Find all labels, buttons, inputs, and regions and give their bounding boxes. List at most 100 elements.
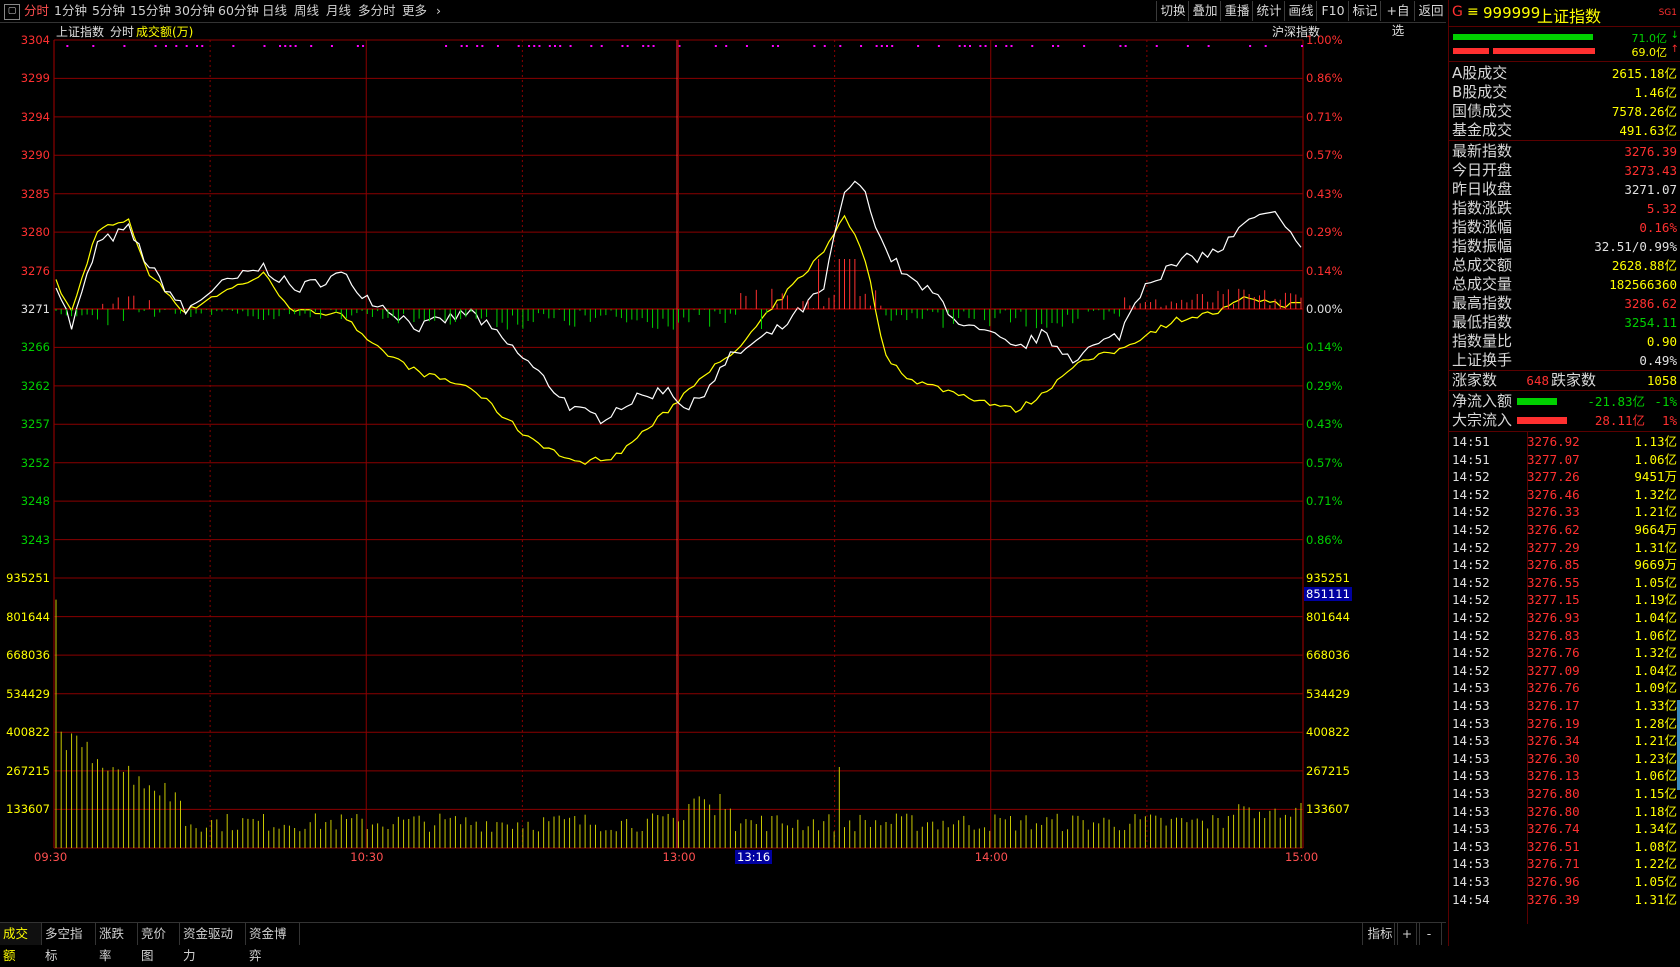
- tick-time: 14:53: [1452, 838, 1490, 854]
- stat-row: 指数涨幅 0.16%: [1449, 218, 1680, 237]
- time-tick-label: 14:00: [974, 850, 1008, 864]
- period-tab-3[interactable]: 15分钟: [130, 2, 171, 20]
- stat-value: 3273.43: [1624, 163, 1677, 178]
- event-marker: [777, 45, 780, 47]
- tick-row: 14:52 3276.62 9664万: [1449, 521, 1680, 539]
- pct-tick-label: 0.14%: [1306, 340, 1343, 355]
- event-marker: [356, 45, 359, 47]
- indicator-control-2[interactable]: -: [1416, 923, 1442, 945]
- stat-value: 0.49%: [1639, 353, 1677, 368]
- event-marker: [164, 45, 167, 47]
- tick-row: 14:53 3276.30 1.23亿: [1449, 750, 1680, 768]
- menu-icon[interactable]: ≡: [1467, 4, 1479, 20]
- indicator-tab-3[interactable]: 竞价图: [138, 923, 180, 963]
- period-tab-6[interactable]: 日线: [262, 2, 287, 20]
- tick-row: 14:53 3276.71 1.22亿: [1449, 855, 1680, 873]
- toolbar-button-6[interactable]: 标记: [1348, 1, 1381, 21]
- event-marker: [548, 45, 551, 47]
- event-marker: [937, 45, 940, 47]
- stat-value: 5.32: [1646, 201, 1677, 216]
- time-tick-label: 15:00: [1285, 850, 1319, 864]
- period-tab-0[interactable]: 分时: [24, 2, 49, 20]
- toolbar-button-0[interactable]: 切换: [1156, 1, 1189, 21]
- tick-row: 14:53 3276.51 1.08亿: [1449, 838, 1680, 856]
- tick-price: 3276.80: [1527, 803, 1580, 819]
- volume-tick-label: 935251: [6, 571, 50, 585]
- event-marker: [994, 45, 997, 47]
- tick-time: 14:52: [1452, 504, 1490, 520]
- tick-amount: 1.06亿: [1634, 451, 1677, 467]
- event-marker: [496, 45, 499, 47]
- event-marker: [538, 45, 541, 47]
- stat-label: 最新指数: [1452, 142, 1513, 160]
- market-breadth: 涨家数 648 跌家数 1058: [1452, 371, 1677, 389]
- tick-price: 3276.46: [1527, 486, 1580, 502]
- period-tab-7[interactable]: 周线: [294, 2, 319, 20]
- toolbar-button-2[interactable]: 重播: [1220, 1, 1253, 21]
- period-tab-10[interactable]: 更多: [402, 2, 427, 20]
- event-marker: [969, 45, 971, 47]
- stat-row: 总成交额 2628.88亿: [1449, 256, 1680, 275]
- period-tab-8[interactable]: 月线: [326, 2, 351, 20]
- chevron-right-icon[interactable]: ›: [436, 2, 441, 20]
- toolbar-button-5[interactable]: F10: [1316, 1, 1349, 21]
- volume-tick-label-right: 801644: [1306, 609, 1350, 624]
- period-tab-4[interactable]: 30分钟: [174, 2, 215, 20]
- toolbar-button-3[interactable]: 统计: [1252, 1, 1285, 21]
- period-tab-2[interactable]: 5分钟: [92, 2, 125, 20]
- tick-row: 14:51 3276.92 1.13亿: [1449, 433, 1680, 451]
- event-marker: [823, 45, 826, 47]
- tick-price: 3276.83: [1527, 627, 1580, 643]
- tick-time: 14:52: [1452, 469, 1490, 485]
- event-marker: [886, 45, 888, 47]
- tick-amount: 1.28亿: [1634, 715, 1677, 731]
- event-marker: [185, 45, 188, 47]
- event-marker: [533, 45, 536, 47]
- period-tab-1[interactable]: 1分钟: [54, 2, 87, 20]
- event-marker: [875, 45, 878, 47]
- event-marker: [1124, 45, 1127, 47]
- pct-tick-label: 0.71%: [1306, 494, 1343, 509]
- window-icon[interactable]: ▢: [4, 4, 20, 20]
- indicator-tab-2[interactable]: 涨跌率: [96, 923, 138, 963]
- turnover-value: 491.63亿: [1619, 123, 1677, 138]
- pct-tick-label: 0.29%: [1306, 225, 1343, 240]
- stat-value: 0.90: [1646, 334, 1677, 349]
- tick-time: 14:51: [1452, 434, 1490, 449]
- tick-row: 14:52 3277.29 1.31亿: [1449, 539, 1680, 557]
- tick-price: 3276.96: [1527, 874, 1580, 889]
- volume-tick-label: 801644: [6, 609, 50, 624]
- toolbar-button-1[interactable]: 叠加: [1188, 1, 1221, 21]
- indicator-control-0[interactable]: 指标: [1362, 923, 1398, 945]
- stat-label: 最低指数: [1452, 313, 1513, 331]
- tick-time: 14:52: [1452, 486, 1490, 502]
- turnover-label: 基金成交: [1452, 121, 1513, 139]
- event-marker: [196, 45, 199, 47]
- stat-value: 3254.11: [1624, 315, 1677, 330]
- indicator-tab-5[interactable]: 资金博弈: [246, 923, 300, 963]
- indicator-tab-0[interactable]: 成交额: [0, 923, 42, 963]
- event-marker: [642, 45, 645, 47]
- tick-price: 3276.74: [1527, 821, 1580, 837]
- indicator-tab-1[interactable]: 多空指标: [42, 923, 96, 963]
- period-tab-5[interactable]: 60分钟: [218, 2, 259, 20]
- event-marker: [92, 45, 95, 47]
- sg-tag: SG1: [1658, 8, 1677, 18]
- period-tab-9[interactable]: 多分时: [358, 2, 396, 20]
- volume-tick-label-right: 133607: [1306, 802, 1350, 817]
- event-marker: [310, 45, 313, 47]
- toolbar-button-8[interactable]: 返回: [1414, 1, 1447, 21]
- tick-amount: 1.05亿: [1634, 574, 1677, 590]
- stat-value: 2628.88亿: [1611, 258, 1677, 273]
- event-marker: [958, 45, 961, 47]
- turnover-row: B股成交 1.46亿: [1449, 83, 1680, 102]
- tick-row: 14:52 3276.33 1.21亿: [1449, 503, 1680, 521]
- toolbar-button-7[interactable]: +自选: [1380, 1, 1415, 38]
- volume-tick-label: 400822: [6, 725, 50, 740]
- stat-label: 上证换手: [1452, 351, 1513, 369]
- event-marker: [1005, 45, 1008, 47]
- stat-value: 3271.07: [1624, 182, 1677, 197]
- tick-amount: 1.32亿: [1634, 486, 1677, 502]
- toolbar-button-4[interactable]: 画线: [1284, 1, 1317, 21]
- indicator-tab-4[interactable]: 资金驱动力: [180, 923, 246, 963]
